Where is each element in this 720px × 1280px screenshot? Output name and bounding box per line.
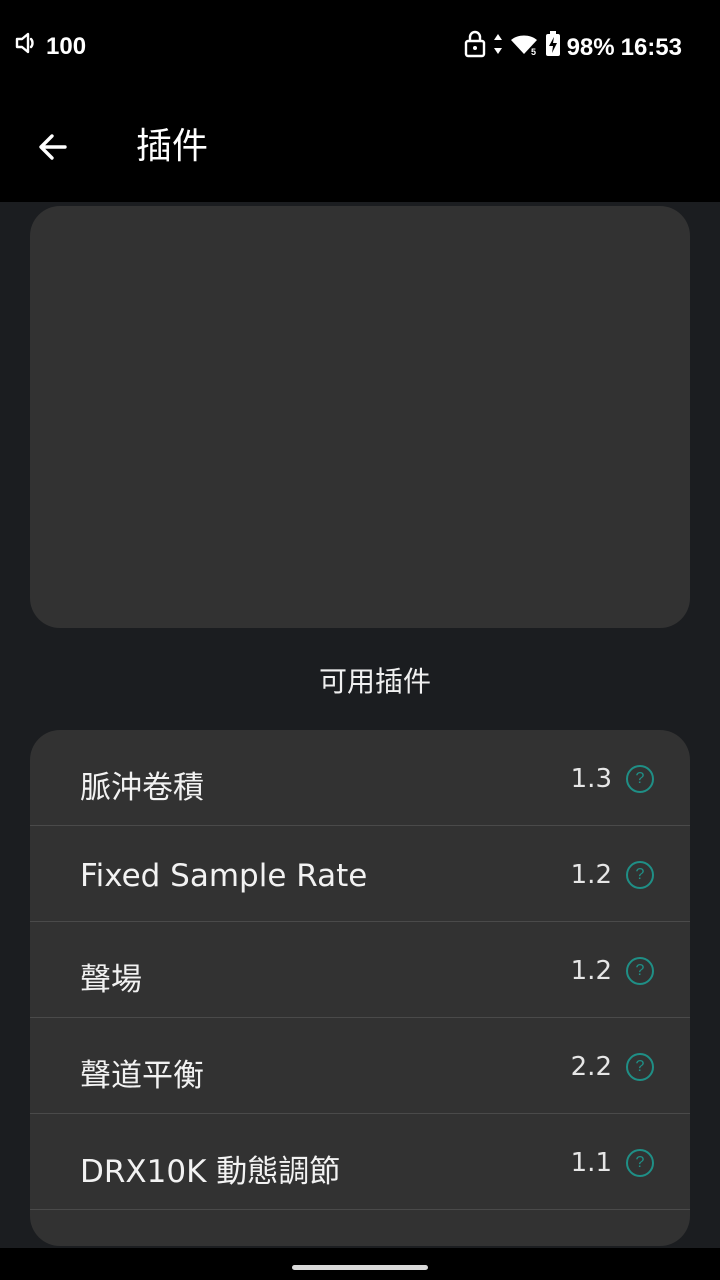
plugin-row[interactable]: 聲場 1.2 ? — [30, 922, 690, 1018]
status-left: 100 — [14, 30, 86, 63]
plugin-row[interactable]: Fixed Sample Rate 1.2 ? — [30, 826, 690, 922]
clock: 16:53 — [620, 33, 682, 61]
preview-card — [30, 206, 690, 628]
plugin-row[interactable]: DRX10K 動態調節 1.1 ? — [30, 1114, 690, 1210]
page-title: 插件 — [136, 126, 209, 167]
plugin-version: 1.3 — [570, 764, 612, 794]
help-icon[interactable]: ? — [626, 765, 654, 793]
back-button[interactable] — [30, 124, 76, 170]
wifi-icon: 5 — [509, 32, 539, 63]
lock-icon — [463, 30, 487, 65]
app-bar: 插件 — [0, 92, 720, 202]
plugin-name: 脈沖卷積 — [80, 770, 204, 806]
plugin-name: Fixed Sample Rate — [80, 858, 368, 894]
data-arrows-icon — [493, 32, 503, 63]
plugin-row[interactable]: 聲道平衡 2.2 ? — [30, 1018, 690, 1114]
navigation-bar — [0, 1248, 720, 1280]
plugin-name: DRX10K 動態調節 — [80, 1154, 341, 1190]
arrow-left-icon — [39, 134, 67, 160]
volume-level: 100 — [46, 32, 87, 60]
plugin-version: 1.2 — [570, 860, 612, 890]
volume-icon — [14, 30, 40, 63]
plugin-row[interactable]: 脈沖卷積 1.3 ? — [30, 730, 690, 826]
help-icon[interactable]: ? — [626, 861, 654, 889]
battery-charging-icon — [545, 31, 561, 64]
plugin-version: 2.2 — [570, 1052, 612, 1082]
svg-text:5: 5 — [531, 47, 536, 56]
plugin-version: 1.1 — [570, 1148, 612, 1178]
plugin-name: 聲場 — [80, 962, 142, 998]
status-bar: 100 5 98% 16:53 — [0, 0, 720, 92]
plugin-version: 1.2 — [570, 956, 612, 986]
section-title: 可用插件 — [318, 665, 431, 698]
plugin-list: 脈沖卷積 1.3 ? Fixed Sample Rate 1.2 ? 聲場 1.… — [30, 730, 690, 1246]
help-icon[interactable]: ? — [626, 957, 654, 985]
plugin-name: 聲道平衡 — [80, 1058, 204, 1094]
status-right: 5 98% 16:53 — [463, 30, 682, 65]
help-icon[interactable]: ? — [626, 1149, 654, 1177]
home-indicator[interactable] — [292, 1265, 428, 1270]
battery-level: 98% — [566, 33, 615, 61]
help-icon[interactable]: ? — [626, 1053, 654, 1081]
